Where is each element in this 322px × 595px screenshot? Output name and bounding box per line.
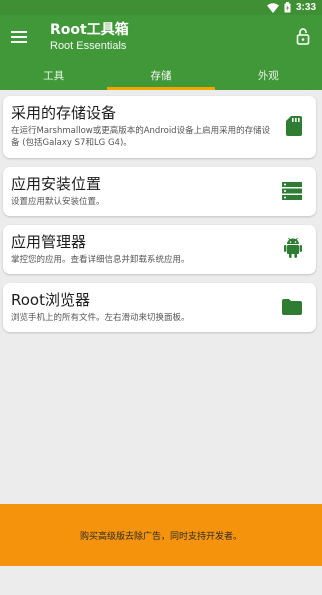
card-title: 采用的存储设备	[11, 104, 117, 122]
tab-bar: 工具 存储 外观	[0, 61, 322, 90]
card-description: 掌控您的应用。查看详细信息并卸载系统应用。	[11, 255, 190, 265]
status-time: 3:33	[295, 2, 316, 13]
promo-text: 购买高级版去除广告，同时支持开发者。	[79, 531, 242, 542]
tab-tools[interactable]: 工具	[0, 61, 107, 90]
folder-icon	[282, 299, 302, 315]
android-icon	[284, 237, 302, 259]
app-title: Root工具箱	[50, 22, 129, 38]
battery-icon	[284, 2, 291, 13]
tab-label: 存储	[150, 70, 172, 82]
status-bar: 3:33	[0, 0, 322, 15]
card-title: 应用管理器	[11, 233, 87, 251]
card-description: 浏览手机上的所有文件。左右滑动来切换面板。	[11, 313, 190, 323]
sd-card-icon	[286, 116, 302, 136]
promo-banner[interactable]: 购买高级版去除广告，同时支持开发者。	[0, 504, 322, 566]
menu-icon[interactable]	[11, 29, 27, 43]
card-install-location[interactable]: 应用安装位置 设置应用默认安装位置。	[3, 167, 316, 216]
card-adoptable-storage[interactable]: 采用的存储设备 在运行Marshmallow或更高版本的Android设备上启用…	[3, 96, 316, 158]
card-title: Root浏览器	[11, 291, 90, 309]
storage-list-icon	[282, 182, 302, 200]
card-app-manager[interactable]: 应用管理器 掌控您的应用。查看详细信息并卸载系统应用。	[3, 225, 316, 274]
card-description: 在运行Marshmallow或更高版本的Android设备上启用采用的存储设备 …	[11, 126, 271, 148]
app-bar: Root工具箱 Root Essentials	[0, 15, 322, 61]
wifi-icon	[266, 2, 279, 13]
title-block: Root工具箱 Root Essentials	[50, 21, 129, 53]
card-description: 设置应用默认安装位置。	[11, 197, 105, 207]
tab-storage[interactable]: 存储	[107, 61, 215, 90]
tab-label: 工具	[43, 70, 65, 82]
app-subtitle: Root Essentials	[50, 40, 127, 52]
card-root-browser[interactable]: Root浏览器 浏览手机上的所有文件。左右滑动来切换面板。	[3, 283, 316, 332]
tab-appearance[interactable]: 外观	[215, 61, 322, 90]
tab-label: 外观	[257, 70, 279, 82]
card-title: 应用安装位置	[11, 175, 102, 193]
lock-open-icon[interactable]	[296, 27, 310, 45]
